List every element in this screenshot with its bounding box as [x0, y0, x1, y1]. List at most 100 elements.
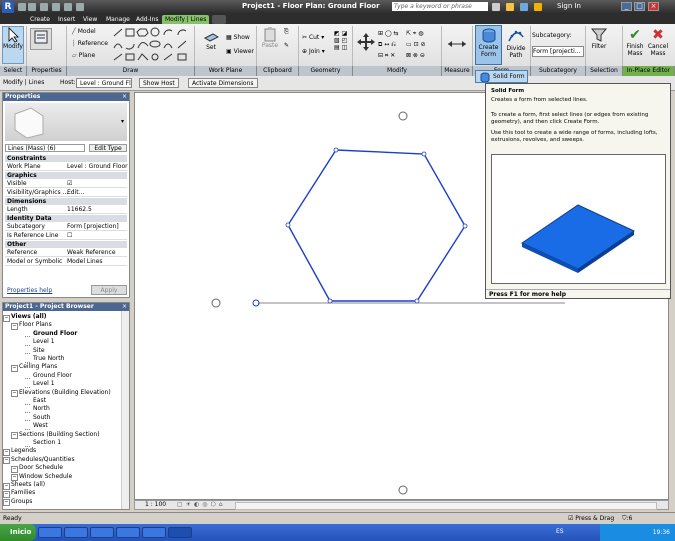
tree-item[interactable]: Legends [11, 447, 36, 455]
taskbar-app-2[interactable] [64, 527, 88, 538]
maximize-icon[interactable]: □ [634, 2, 645, 11]
show-host-button[interactable]: Show Host [139, 78, 179, 88]
language-indicator[interactable]: ES [556, 528, 564, 535]
measure-tool-icon[interactable] [446, 34, 468, 54]
property-row[interactable]: Visible ☑ [5, 180, 127, 188]
property-value[interactable]: ☐ [67, 232, 72, 240]
properties-button[interactable] [30, 28, 52, 50]
undo-icon[interactable] [40, 3, 48, 11]
tree-item[interactable]: Schedules/Quantities [11, 456, 75, 464]
tree-expand-icon[interactable]: − [3, 314, 10, 322]
tree-expand-icon[interactable]: − [3, 448, 10, 456]
panel-select[interactable]: Select [0, 66, 27, 76]
property-group-header[interactable]: Other [5, 241, 127, 248]
minimize-icon[interactable]: _ [621, 2, 632, 11]
geometry-icons[interactable]: ◩ ◪ ▧ ◰ ▤ ◫ [334, 30, 347, 51]
favorites-icon[interactable] [534, 3, 542, 11]
subscription-icon[interactable] [506, 3, 514, 11]
tab-modify-lines[interactable]: Modify | Lines [162, 15, 210, 24]
press-drag-toggle[interactable]: ☑ Press & Drag [568, 513, 614, 524]
solid-form-menu-item[interactable]: Solid Form [475, 70, 528, 83]
view-control-icons[interactable]: ▢☀◐◎⬡⌂ [177, 501, 226, 509]
modify-tools[interactable]: ⊞ ◯ ⇆ ⧉ ↔ ⎌ ⊟ ⌗ ✕ [378, 28, 399, 61]
tree-expand-icon[interactable]: − [3, 457, 10, 465]
properties-close-icon[interactable]: × [122, 93, 127, 100]
draw-plane-button[interactable]: ▱ Plane [72, 52, 95, 59]
tab-insert[interactable]: Insert [58, 15, 75, 24]
property-value[interactable]: 11662.5 [67, 206, 92, 214]
taskbar-app-1[interactable] [38, 527, 62, 538]
tree-expand-icon[interactable]: − [11, 322, 18, 330]
tree-expand-icon[interactable] [25, 382, 30, 388]
search-icon[interactable] [492, 3, 500, 11]
tree-item[interactable]: West [33, 422, 48, 430]
move-icon[interactable] [356, 32, 376, 52]
tree-expand-icon[interactable] [25, 399, 30, 405]
divide-path-button[interactable]: Divide Path [504, 27, 528, 59]
edit-type-button[interactable]: Edit Type [89, 144, 127, 152]
taskbar-app-4[interactable] [116, 527, 140, 538]
copy-icon[interactable]: ⎘ [284, 28, 289, 36]
property-row[interactable]: Subcategory Form [projection] [5, 223, 127, 231]
property-row[interactable]: Length 11662.5 [5, 206, 127, 214]
create-form-button[interactable]: Create Form [475, 25, 502, 65]
tree-expand-icon[interactable] [25, 373, 30, 380]
type-preview[interactable]: ▾ [5, 103, 127, 141]
property-row[interactable]: Is Reference Line ☐ [5, 232, 127, 240]
tree-item[interactable]: Section 1 [33, 439, 61, 447]
property-group-header[interactable]: Identity Data [5, 215, 127, 222]
apply-button[interactable]: Apply [91, 285, 127, 295]
match-icon[interactable]: ✎ [284, 42, 289, 49]
viewer-button[interactable]: ▣ Viewer [226, 48, 254, 55]
property-group-header[interactable]: Graphics [5, 172, 127, 179]
property-value[interactable]: Level : Ground Floor [67, 163, 128, 171]
tree-item[interactable]: Sections (Building Section) [19, 431, 100, 439]
tree-item[interactable]: Window Schedule [19, 473, 72, 481]
tree-expand-icon[interactable]: − [3, 490, 10, 498]
tree-expand-icon[interactable] [25, 415, 30, 422]
activate-dimensions-button[interactable]: Activate Dimensions [188, 78, 258, 88]
tree-item[interactable]: Level 1 [33, 380, 55, 388]
taskbar-app-3[interactable] [90, 527, 114, 538]
properties-help-link[interactable]: Properties help [7, 287, 52, 294]
start-button[interactable]: Inicio [0, 524, 36, 541]
subcategory-dropdown[interactable]: Form [projecti... [532, 46, 584, 57]
tree-expand-icon[interactable]: − [3, 482, 10, 490]
join-button[interactable]: ⊕ Join ▾ [302, 48, 325, 55]
property-row[interactable]: Reference Weak Reference [5, 249, 127, 257]
tree-item[interactable]: Level 1 [33, 338, 55, 346]
tree-expand-icon[interactable] [25, 441, 30, 447]
tree-expand-icon[interactable]: − [11, 364, 18, 372]
communication-icon[interactable] [520, 3, 528, 11]
property-value[interactable]: Form [projection] [67, 223, 119, 231]
filter-button[interactable]: Filter [588, 27, 610, 50]
set-workplane-button[interactable]: Set [200, 28, 222, 51]
text-icon[interactable] [76, 3, 84, 11]
tree-item[interactable]: Groups [11, 498, 32, 506]
tree-expand-icon[interactable] [25, 331, 30, 338]
tree-item[interactable]: South [33, 414, 50, 422]
taskbar-app-revit[interactable] [168, 527, 192, 538]
property-row[interactable]: Work Plane Level : Ground Floor [5, 163, 128, 171]
draw-model-button[interactable]: ╱ Model [72, 28, 96, 35]
taskbar-app-5[interactable] [142, 527, 166, 538]
tree-expand-icon[interactable] [25, 340, 30, 346]
tree-item[interactable]: Ground Floor [33, 330, 77, 338]
tree-expand-icon[interactable]: − [11, 465, 18, 473]
tree-expand-icon[interactable]: − [11, 390, 18, 398]
property-row[interactable]: Visibility/Graphics ... Edit... [5, 189, 127, 197]
ribbon-toggle-icon[interactable] [212, 15, 226, 24]
view-scale[interactable]: 1 : 100 [145, 501, 166, 509]
tab-manage[interactable]: Manage [106, 15, 130, 24]
tree-item[interactable]: True North [33, 355, 64, 363]
redo-icon[interactable] [52, 3, 60, 11]
browser-scrollbar[interactable] [121, 311, 129, 509]
tree-item[interactable]: Floor Plans [19, 321, 52, 329]
tree-item[interactable]: Elevations (Building Elevation) [19, 389, 111, 397]
property-group-header[interactable]: Constraints [5, 155, 127, 162]
property-value[interactable]: Edit... [67, 189, 84, 197]
tree-expand-icon[interactable]: − [11, 432, 18, 440]
tree-item[interactable]: Views (all) [11, 313, 47, 321]
property-value[interactable]: Model Lines [67, 258, 103, 266]
tree-item[interactable]: Families [11, 489, 35, 497]
